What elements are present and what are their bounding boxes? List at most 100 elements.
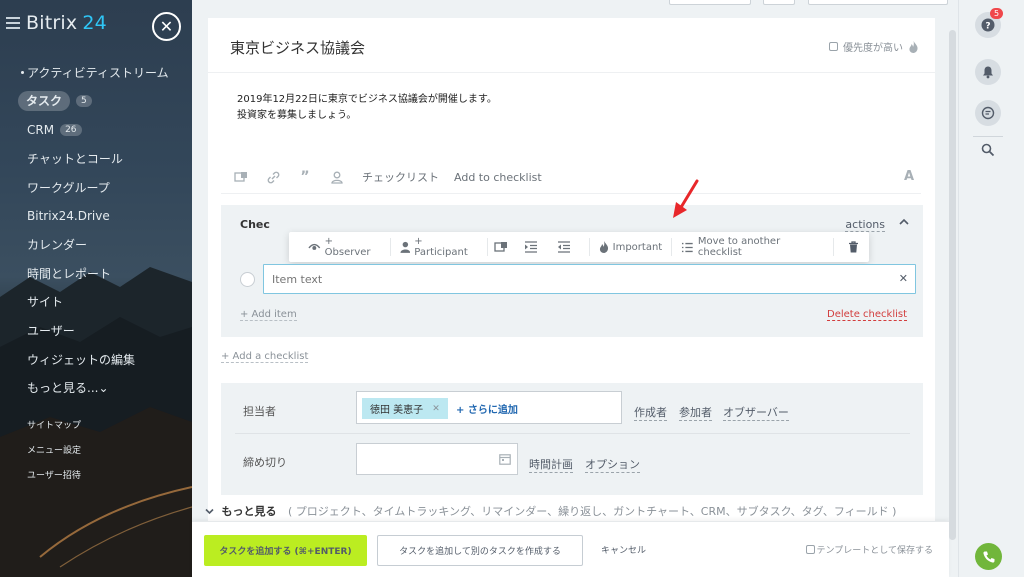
mention-user-icon[interactable] [330,170,344,184]
calendar-icon[interactable] [499,453,511,465]
sidebar-item-drive[interactable]: Bitrix24.Drive [0,201,192,230]
add-to-checklist-button[interactable]: Add to checklist [454,171,542,184]
divider [208,72,935,73]
add-checklist-link[interactable]: + Add a checklist [221,351,309,363]
top-button[interactable] [669,0,751,5]
top-button[interactable] [763,0,795,5]
sidebar-item-widgets[interactable]: ウィジェットの編集 [0,345,192,374]
save-as-template-toggle[interactable]: テンプレートとして保存する [805,543,933,556]
more-label: もっと見る [221,505,277,518]
role-creator-link[interactable]: 作成者 [634,404,667,421]
chevron-down-icon [205,508,214,515]
sidebar-item-chat[interactable]: チャットとコール [0,144,192,173]
time-planning-link[interactable]: 時間計画 [529,456,573,473]
sidebar-link-sitemap[interactable]: サイトマップ [27,418,187,431]
user-icon [400,241,410,253]
logo[interactable]: Bitrix 24 [26,12,107,34]
add-task-button[interactable]: タスクを追加する (⌘+ENTER) [204,535,367,566]
sidebar-item-activity-stream[interactable]: アクティビティストリーム [0,58,192,87]
role-participants-link[interactable]: 参加者 [679,404,712,421]
indent-button[interactable] [518,238,548,256]
indent-icon [524,241,537,253]
sidebar-item-time-reports[interactable]: 時間とレポート [0,259,192,288]
text-format-icon[interactable]: A [904,169,914,184]
checklist-item-row: ✕ [240,264,920,294]
description-line: 投資家を募集しましょう。 [237,110,357,121]
sidebar-item-workgroups[interactable]: ワークグループ [0,173,192,202]
chat-button[interactable] [975,100,1001,126]
item-complete-checkbox[interactable] [240,272,255,287]
more-toggle[interactable]: もっと見る ( プロジェクト、タイムトラッキング、リマインダー、繰り返し、ガント… [205,503,896,519]
task-panel: 東京ビジネス協議会 優先度が高い 2019年12月22日に東京でビジネス協議会が… [192,0,949,577]
add-observer-button[interactable]: + Observer [299,236,391,258]
checklist-item-input[interactable] [263,264,916,294]
sidebar-link-invite-users[interactable]: ユーザー招待 [27,468,187,481]
notifications-button[interactable] [975,59,1001,85]
remove-chip-icon[interactable]: ✕ [432,404,440,414]
sidebar-item-sites[interactable]: サイト [0,288,192,317]
priority-checkbox[interactable] [829,42,838,51]
save-template-label: テンプレートとして保存する [816,546,933,556]
chip-label: 徳田 美恵子 [370,405,424,416]
delete-checklist-link[interactable]: Delete checklist [827,309,907,321]
options-link[interactable]: オプション [585,456,640,473]
responsible-chip[interactable]: 徳田 美恵子 ✕ [362,398,448,419]
responsible-label: 担当者 [243,405,276,418]
divider [221,193,921,194]
scrollbar[interactable] [949,30,956,540]
sidebar-item-tasks[interactable]: タスク 5 [0,87,192,116]
sidebar-item-users[interactable]: ユーザー [0,316,192,345]
add-item-link[interactable]: + Add item [240,309,297,321]
priority-toggle[interactable]: 優先度が高い [829,39,919,54]
sidebar-link-menu-settings[interactable]: メニュー設定 [27,443,187,456]
priority-label: 優先度が高い [843,43,903,54]
right-rail: ? 5 [958,0,1024,577]
cancel-button[interactable]: キャンセル [601,543,646,556]
add-more-link[interactable]: + さらに追加 [456,401,518,416]
attach-file-icon[interactable] [234,170,248,184]
menu-icon[interactable] [6,17,20,29]
deadline-label: 締め切り [243,456,287,469]
search-icon [981,143,995,157]
help-badge: 5 [990,8,1004,19]
checklist-toolbar-button[interactable]: チェックリスト [362,169,439,185]
flame-icon [599,241,608,253]
sidebar-item-more[interactable]: もっと見る...⌄ [0,374,192,403]
call-button[interactable] [975,543,1002,570]
trash-icon [849,241,858,253]
chat-icon [981,106,995,120]
eye-icon [308,243,321,250]
sidebar-item-calendar[interactable]: カレンダー [0,230,192,259]
sidebar-item-crm[interactable]: CRM 26 [0,115,192,144]
deadline-input[interactable] [356,443,518,475]
quote-icon[interactable]: ” [298,169,312,185]
checklist-item-popup: + Observer + Participant Important Move … [289,232,869,262]
observer-label: + Observer [324,236,371,258]
attach-file-icon [493,242,507,252]
top-button[interactable] [808,0,948,5]
chevron-up-icon[interactable] [897,215,911,229]
sidebar-nav: アクティビティストリーム タスク 5 CRM 26 チャットとコール ワークグループ… [0,58,192,402]
checklist-title[interactable]: Chec [240,218,270,231]
add-and-create-another-button[interactable]: タスクを追加して別のタスクを作成する [377,535,583,566]
task-title-input[interactable]: 東京ビジネス協議会 [230,37,365,58]
important-button[interactable]: Important [590,238,673,256]
help-button[interactable]: ? 5 [975,8,1004,38]
checklist-actions-link[interactable]: actions [845,218,885,232]
add-participant-button[interactable]: + Participant [391,236,488,258]
clear-item-icon[interactable]: ✕ [899,272,908,285]
outdent-button[interactable] [548,238,590,256]
role-observers-link[interactable]: オブザーバー [723,404,789,421]
top-strip [192,0,949,18]
delete-item-button[interactable] [834,238,869,256]
link-icon[interactable] [266,170,280,184]
task-description[interactable]: 2019年12月22日に東京でビジネス協議会が開催します。 投資家を募集しましょ… [237,92,497,124]
close-icon[interactable]: ✕ [152,12,181,41]
participant-label: + Participant [414,236,468,258]
move-to-checklist-button[interactable]: Move to another checklist [672,236,834,258]
search-button[interactable] [975,137,1001,163]
responsible-selector[interactable]: 徳田 美恵子 ✕ + さらに追加 [356,391,622,424]
checklist-block: Chec actions + Observer + Participant Im… [221,205,923,337]
attach-file-button[interactable] [488,238,518,256]
save-template-checkbox[interactable] [805,545,815,554]
